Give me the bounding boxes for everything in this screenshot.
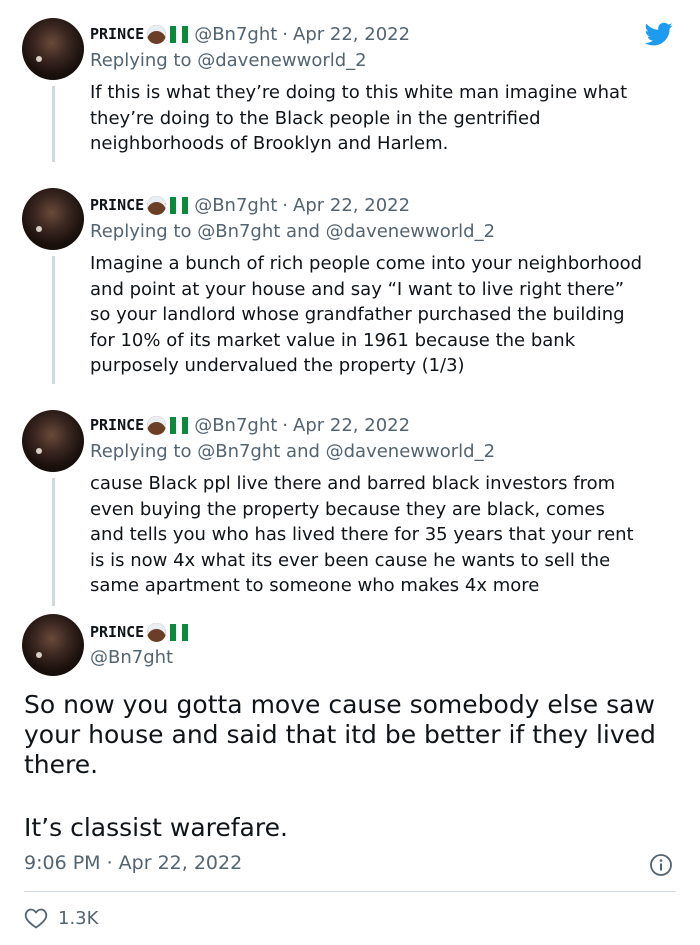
replying-to-label: Replying to: [90, 221, 192, 242]
tweet-date[interactable]: Apr 22, 2022: [293, 195, 410, 216]
replying-to-label: Replying to: [90, 441, 192, 462]
avatar[interactable]: [22, 18, 84, 80]
tweet-timestamp[interactable]: 9:06 PM · Apr 22, 2022: [24, 852, 242, 874]
nigeria-flag-icon: [170, 196, 189, 214]
replying-to-handles[interactable]: @Bn7ght and @davenewworld_2: [197, 221, 495, 242]
author-handle[interactable]: @Bn7ght: [194, 415, 277, 436]
author-handle[interactable]: @Bn7ght: [194, 195, 277, 216]
divider: [24, 891, 676, 892]
tweet-header: PRINCE @Bn7ght · Apr 22, 2022: [90, 411, 410, 439]
tweet-text-line: Imagine a bunch of rich people come into…: [90, 253, 643, 274]
replying-to-label: Replying to: [90, 50, 192, 71]
like-count: 1.3K: [58, 907, 99, 929]
author-name[interactable]: PRINCE: [90, 623, 144, 641]
tweet-header: PRINCE @Bn7ght · Apr 22, 2022: [90, 191, 410, 219]
tweet-text: Imagine a bunch of rich people come into…: [90, 251, 680, 379]
main-tweet-text-line: So now you gotta move cause somebody els…: [24, 690, 655, 719]
nigeria-flag-icon: [170, 416, 189, 434]
replying-to: Replying to @Bn7ght and @davenewworld_2: [90, 221, 495, 242]
tweet-text-line: purposely undervalued the property (1/3): [90, 355, 465, 376]
main-tweet-text-paragraph: It’s classist warefare.: [24, 813, 288, 842]
info-icon[interactable]: [649, 853, 673, 877]
author-handle[interactable]: @Bn7ght: [90, 647, 173, 668]
thread-line: [52, 478, 55, 606]
tweet-text-line: even buying the property because they ar…: [90, 498, 605, 520]
author-name[interactable]: PRINCE: [90, 196, 144, 214]
separator: ·: [282, 23, 289, 45]
separator: ·: [282, 414, 289, 436]
author-name[interactable]: PRINCE: [90, 416, 144, 434]
sailor-face-emoji-icon: [147, 415, 167, 435]
twitter-bird-icon[interactable]: [643, 20, 675, 48]
replying-to: Replying to @Bn7ght and @davenewworld_2: [90, 441, 495, 462]
main-tweet-text-line: there.: [24, 750, 99, 779]
replying-to-handles[interactable]: @davenewworld_2: [197, 50, 366, 71]
tweet-text-line: they’re doing to the Black people in the…: [90, 107, 541, 129]
tweet-text-line: and point at your house and say “I want …: [90, 278, 625, 300]
tweet-text: If this is what they’re doing to this wh…: [90, 80, 680, 157]
author-name[interactable]: PRINCE: [90, 25, 144, 43]
tweet-text-line: is is now 4x what its ever been cause he…: [90, 549, 611, 571]
avatar[interactable]: [22, 614, 84, 676]
sailor-face-emoji-icon: [147, 622, 167, 642]
avatar[interactable]: [22, 188, 84, 250]
sailor-face-emoji-icon: [147, 195, 167, 215]
tweet-text-line: neighborhoods of Brooklyn and Harlem.: [90, 133, 449, 154]
tweet-text-line: so your landlord whose grandfather purch…: [90, 304, 625, 325]
heart-icon: [24, 908, 48, 929]
author-handle[interactable]: @Bn7ght: [194, 24, 277, 45]
tweet-text-line: for 10% of its market value in 1961 beca…: [90, 329, 576, 351]
thread-line: [52, 256, 55, 384]
tweet-header: PRINCE @Bn7ght · Apr 22, 2022: [90, 20, 410, 48]
separator: ·: [282, 194, 289, 216]
tweet-text-line: same apartment to someone who makes 4x m…: [90, 575, 540, 596]
main-tweet-text-line: your house and said that itd be better i…: [24, 720, 656, 749]
tweet-text: cause Black ppl live there and barred bl…: [90, 471, 680, 599]
main-tweet-header: PRINCE: [90, 618, 189, 646]
main-tweet-text: So now you gotta move cause somebody els…: [24, 690, 684, 780]
tweet-text-line: cause Black ppl live there and barred bl…: [90, 473, 616, 494]
like-button[interactable]: 1.3K: [24, 905, 98, 931]
replying-to-handles[interactable]: @Bn7ght and @davenewworld_2: [197, 441, 495, 462]
replying-to: Replying to @davenewworld_2: [90, 50, 367, 71]
thread-line: [52, 86, 55, 162]
tweet-date[interactable]: Apr 22, 2022: [293, 415, 410, 436]
tweet-date[interactable]: Apr 22, 2022: [293, 24, 410, 45]
sailor-face-emoji-icon: [147, 24, 167, 44]
nigeria-flag-icon: [170, 25, 189, 43]
avatar[interactable]: [22, 410, 84, 472]
tweet-text-line: and tells you who has lived there for 35…: [90, 524, 634, 545]
nigeria-flag-icon: [170, 623, 189, 641]
tweet-text-line: If this is what they’re doing to this wh…: [90, 82, 628, 103]
